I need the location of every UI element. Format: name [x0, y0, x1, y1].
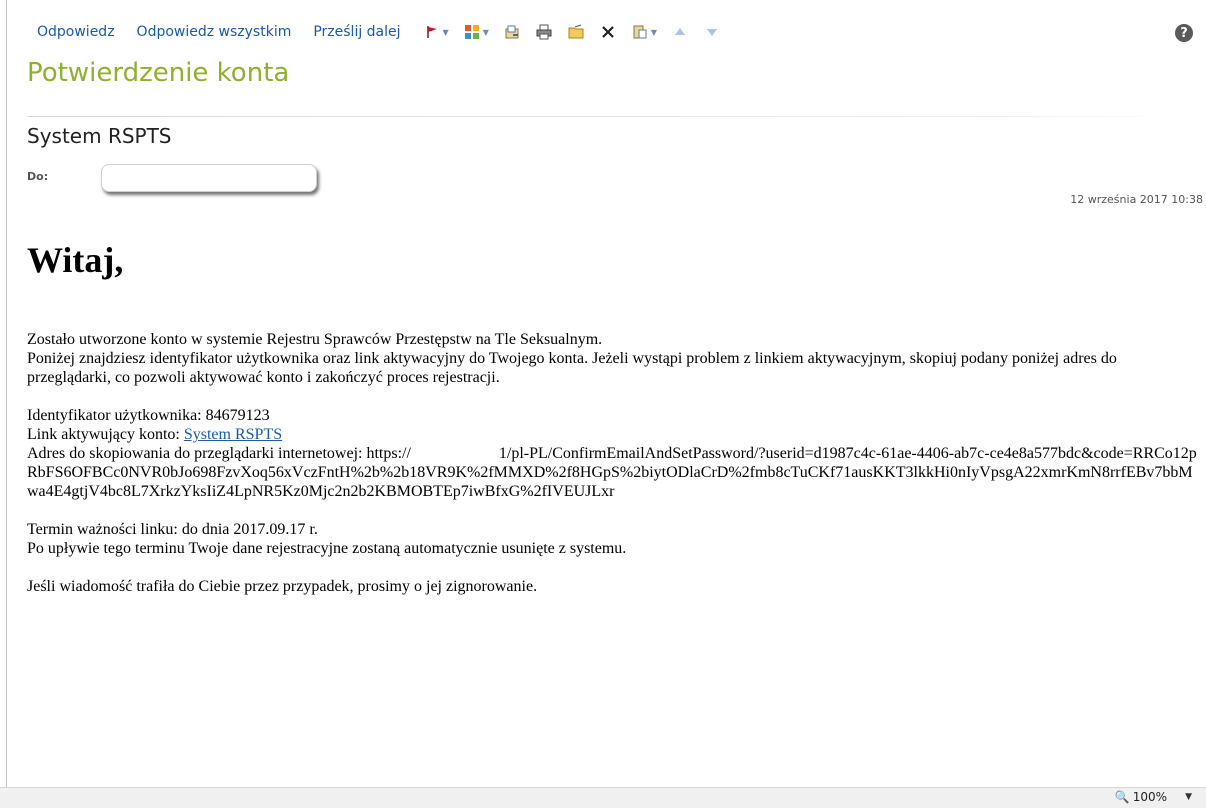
greeting-heading: Witaj,: [27, 240, 124, 280]
copy-address-line[interactable]: Adres do skopiowania do przeglądarki int…: [27, 444, 1197, 501]
expiry-line: Termin ważności linku: do dnia 2017.09.1…: [27, 521, 318, 538]
clipboard-icon[interactable]: [631, 23, 649, 41]
print-icon[interactable]: [535, 23, 553, 41]
message-sender: System RSPTS: [27, 124, 172, 148]
help-icon[interactable]: ?: [1175, 24, 1193, 42]
intro-line: Zostało utworzone konto w systemie Rejes…: [27, 331, 603, 348]
folder-icon[interactable]: [567, 23, 585, 41]
reading-pane: Odpowiedz Odpowiedz wszystkim Prześlij d…: [6, 0, 1206, 807]
reply-all-button[interactable]: Odpowiedz wszystkim: [137, 24, 292, 40]
message-body: Witaj, Zostało utworzone konto w systemi…: [27, 240, 1197, 596]
activation-link-line: Link aktywujący konto: System RSPTS: [27, 425, 1197, 444]
copy-address-prefix: Adres do skopiowania do przeglądarki int…: [27, 445, 411, 462]
forward-button[interactable]: Prześlij dalej: [313, 24, 400, 40]
zoom-icon: 🔍: [1114, 790, 1130, 804]
message-subject: Potwierdzenie konta: [27, 58, 290, 88]
expiry-note: Po upływie tego terminu Twoje dane rejes…: [27, 540, 627, 557]
categorize-dropdown-icon[interactable]: ▼: [483, 28, 489, 37]
reply-button[interactable]: Odpowiedz: [37, 24, 115, 40]
zoom-level: 100%: [1132, 790, 1168, 804]
redacted-host: [410, 444, 499, 458]
delete-icon[interactable]: [599, 23, 617, 41]
toolbar: Odpowiedz Odpowiedz wszystkim Prześlij d…: [37, 20, 723, 44]
move-icon[interactable]: [503, 23, 521, 41]
to-recipient-field[interactable]: [101, 164, 317, 192]
activation-link-label: Link aktywujący konto:: [27, 426, 184, 443]
flag-dropdown-icon[interactable]: ▼: [443, 28, 449, 37]
status-bar: 🔍 100% ▼: [0, 787, 1206, 808]
flag-icon[interactable]: [423, 23, 441, 41]
activation-link[interactable]: System RSPTS: [184, 426, 282, 443]
up-arrow-icon[interactable]: [671, 23, 689, 41]
down-arrow-icon[interactable]: [703, 23, 721, 41]
zoom-control[interactable]: 🔍 100% ▼: [1115, 790, 1192, 804]
clipboard-dropdown-icon[interactable]: ▼: [651, 28, 657, 37]
header-divider: [27, 116, 1197, 117]
zoom-dropdown-icon[interactable]: ▼: [1185, 792, 1192, 802]
message-date: 12 września 2017 10:38: [1070, 193, 1203, 206]
categorize-icon[interactable]: [463, 23, 481, 41]
to-label: Do:: [27, 170, 49, 183]
user-id-line: Identyfikator użytkownika: 84679123: [27, 407, 270, 424]
intro-instructions: Poniżej znajdziesz identyfikator użytkow…: [27, 350, 1117, 386]
ignore-note: Jeśli wiadomość trafiła do Ciebie przez …: [27, 578, 538, 595]
